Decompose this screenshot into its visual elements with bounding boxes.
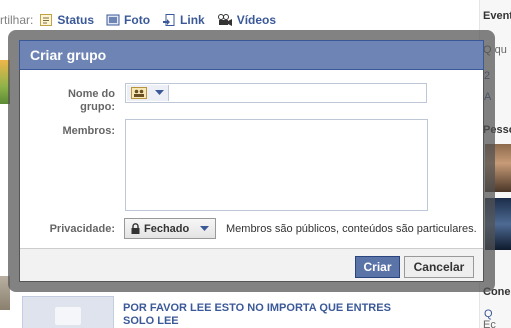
- facebook-page: rtilhar: Status Foto Link Vídeos Event Q…: [0, 0, 511, 328]
- members-input[interactable]: [125, 119, 428, 211]
- share-bar: rtilhar: Status Foto Link Vídeos: [0, 10, 288, 30]
- connection-item-sub: Ec: [483, 319, 496, 328]
- share-link[interactable]: Link: [162, 13, 205, 27]
- privacy-value: Fechado: [144, 222, 190, 235]
- share-status-label: Status: [57, 13, 95, 27]
- share-status[interactable]: Status: [39, 13, 94, 27]
- share-label: rtilhar:: [0, 13, 34, 27]
- link-icon: [163, 14, 175, 26]
- post-thumbnail[interactable]: [22, 296, 114, 328]
- create-button[interactable]: Criar: [355, 256, 400, 278]
- events-heading: Event: [483, 10, 511, 22]
- group-icon-picker[interactable]: [127, 85, 169, 101]
- privacy-label: Privacidade:: [49, 223, 115, 235]
- members-label: Membros:: [62, 125, 115, 137]
- post-thumbnail-icon: [55, 307, 81, 325]
- video-icon: [217, 14, 232, 26]
- status-icon: [40, 14, 53, 26]
- privacy-description: Membros são públicos, conteúdos são part…: [226, 223, 477, 235]
- share-link-label: Link: [180, 13, 205, 27]
- dialog-title: Criar grupo: [19, 40, 484, 70]
- group-name-label: Nome do grupo:: [67, 88, 115, 113]
- lock-icon: [131, 223, 140, 234]
- share-photo[interactable]: Foto: [106, 13, 150, 27]
- share-photo-label: Foto: [124, 13, 151, 27]
- privacy-dropdown[interactable]: Fechado: [124, 218, 216, 239]
- cancel-button[interactable]: Cancelar: [404, 256, 474, 278]
- chevron-down-icon: [155, 90, 164, 95]
- create-group-dialog: Criar grupo Nome do grupo: Membros: Priv…: [19, 40, 484, 282]
- share-video[interactable]: Vídeos: [217, 13, 276, 27]
- photo-icon: [106, 14, 120, 26]
- group-name-input[interactable]: [125, 83, 427, 103]
- post-title[interactable]: POR FAVOR LEE ESTO NO IMPORTA QUE ENTRES…: [123, 302, 423, 328]
- dialog-footer: Criar Cancelar: [20, 248, 483, 281]
- share-video-label: Vídeos: [236, 13, 277, 27]
- chevron-down-icon: [200, 225, 209, 231]
- group-icon: [131, 87, 147, 99]
